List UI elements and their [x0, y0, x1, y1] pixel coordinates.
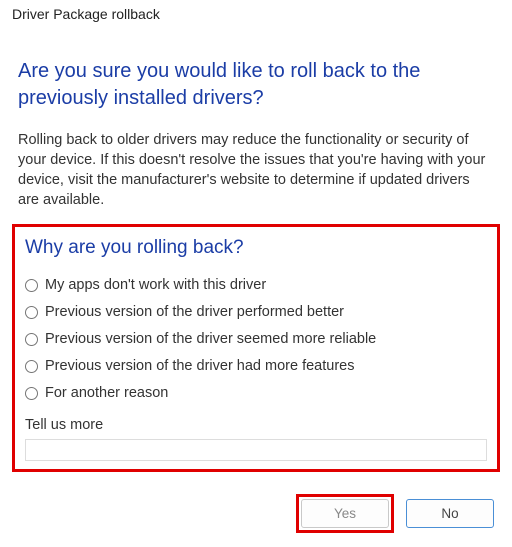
yes-button-highlight: Yes — [296, 494, 394, 533]
main-heading: Are you sure you would like to roll back… — [18, 58, 494, 112]
dialog-content: Are you sure you would like to roll back… — [0, 26, 512, 472]
tell-us-more-input[interactable] — [25, 439, 487, 461]
tell-us-more-label: Tell us more — [25, 417, 487, 433]
radio-option-another-reason[interactable]: For another reason — [25, 385, 487, 401]
warning-text: Rolling back to older drivers may reduce… — [18, 130, 494, 210]
radio-label: Previous version of the driver performed… — [45, 304, 344, 320]
radio-label: My apps don't work with this driver — [45, 277, 266, 293]
survey-question: Why are you rolling back? — [25, 237, 487, 259]
radio-option-apps-dont-work[interactable]: My apps don't work with this driver — [25, 277, 487, 293]
window-title: Driver Package rollback — [0, 0, 512, 26]
radio-input[interactable] — [25, 279, 38, 292]
radio-label: For another reason — [45, 385, 168, 401]
radio-input[interactable] — [25, 333, 38, 346]
radio-input[interactable] — [25, 387, 38, 400]
button-row: Yes No — [296, 494, 494, 533]
radio-option-performed-better[interactable]: Previous version of the driver performed… — [25, 304, 487, 320]
no-button[interactable]: No — [406, 499, 494, 528]
radio-input[interactable] — [25, 360, 38, 373]
radio-label: Previous version of the driver seemed mo… — [45, 331, 376, 347]
radio-label: Previous version of the driver had more … — [45, 358, 354, 374]
survey-highlight-box: Why are you rolling back? My apps don't … — [12, 224, 500, 472]
radio-group: My apps don't work with this driver Prev… — [25, 277, 487, 401]
dialog-window: Driver Package rollback Are you sure you… — [0, 0, 512, 547]
radio-option-more-reliable[interactable]: Previous version of the driver seemed mo… — [25, 331, 487, 347]
yes-button[interactable]: Yes — [301, 499, 389, 528]
radio-input[interactable] — [25, 306, 38, 319]
radio-option-more-features[interactable]: Previous version of the driver had more … — [25, 358, 487, 374]
